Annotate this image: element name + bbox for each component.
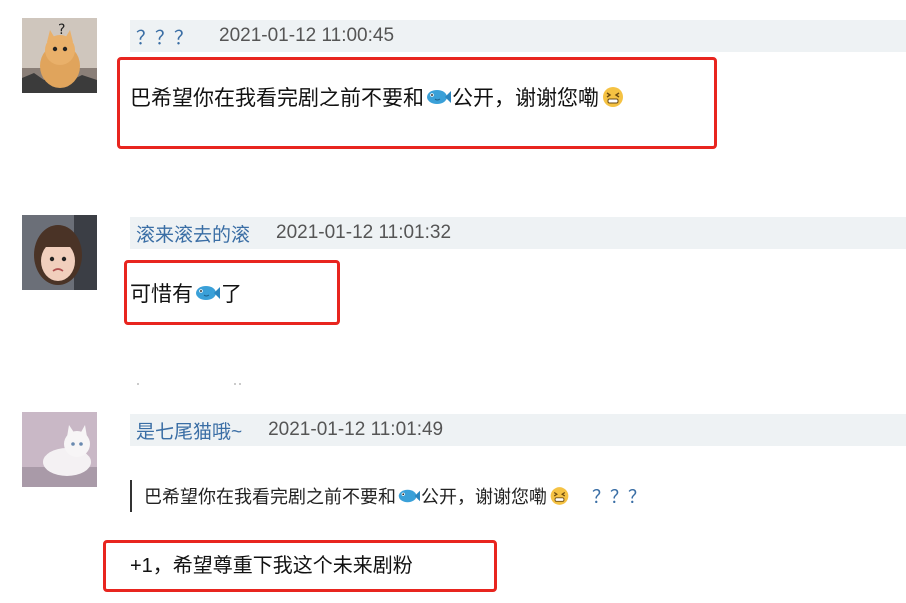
- comment-1: ? ？？？ 2021-01-12 11:00:45 巴希望你在我看完剧之前不要和…: [0, 0, 906, 190]
- fish-emoji-icon: [196, 286, 220, 300]
- timestamp: 2021-01-12 11:01:32: [276, 222, 452, 243]
- timestamp: 2021-01-12 11:01:49: [268, 419, 444, 440]
- quoted-username-link[interactable]: ？？？: [592, 483, 646, 509]
- faint-divider: [137, 383, 241, 385]
- comment-2: 滚来滚去的滚 2021-01-12 11:01:32 可惜有 了: [0, 190, 906, 390]
- avatar-cat[interactable]: ?: [22, 18, 97, 93]
- grimace-emoji-icon: [603, 87, 623, 107]
- comment-text: 可惜有 了: [130, 283, 242, 306]
- avatar-child[interactable]: [22, 215, 97, 290]
- svg-text:?: ?: [58, 22, 65, 38]
- comment-text: 巴希望你在我看完剧之前不要和 公开，谢谢您嘞: [130, 82, 627, 112]
- fish-emoji-icon: [398, 489, 420, 503]
- username-link[interactable]: 滚来滚去的滚: [130, 220, 250, 247]
- comment-text: +1，希望尊重下我这个未来剧粉: [130, 554, 413, 577]
- comment-meta: 是七尾猫哦~ 2021-01-12 11:01:49: [130, 414, 906, 446]
- quoted-reply: 巴希望你在我看完剧之前不要和 公开，谢谢您嘞 ？？？: [130, 480, 646, 512]
- grimace-emoji-icon: [550, 487, 569, 505]
- comment-meta: ？？？ 2021-01-12 11:00:45: [130, 20, 906, 52]
- username-link[interactable]: ？？？: [130, 23, 193, 50]
- username-link[interactable]: 是七尾猫哦~: [130, 417, 242, 444]
- fish-emoji-icon: [427, 90, 451, 104]
- comment-meta: 滚来滚去的滚 2021-01-12 11:01:32: [130, 217, 906, 249]
- timestamp: 2021-01-12 11:00:45: [219, 25, 395, 46]
- avatar-white-cat[interactable]: [22, 412, 97, 487]
